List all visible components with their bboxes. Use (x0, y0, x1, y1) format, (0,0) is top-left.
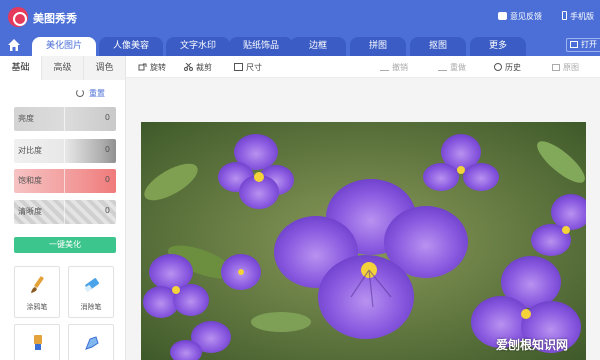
app-name: 美图秀秀 (33, 12, 77, 25)
sharpness-value: 0 (104, 206, 110, 215)
rotate-icon (138, 63, 147, 71)
phone-icon (562, 11, 567, 20)
site-watermark: 爱刨根知识网 (496, 338, 569, 352)
reset-label: 重置 (89, 89, 105, 98)
eraser-icon (84, 278, 100, 292)
chat-icon (498, 12, 507, 20)
slider-divider (64, 107, 65, 131)
rotate-label: 旋转 (150, 63, 166, 72)
image-canvas[interactable] (126, 78, 600, 360)
subtab-color[interactable]: 调色 (84, 56, 126, 80)
pen-tool[interactable] (68, 324, 114, 360)
sharpness-slider[interactable]: 清晰度 0 (14, 200, 116, 224)
panel-subtabs: 基础 高级 调色 (0, 56, 126, 80)
compare-icon (552, 64, 560, 71)
crop-button[interactable]: 裁剪 (184, 62, 212, 73)
tab-more[interactable]: 更多 (470, 37, 526, 56)
brightness-value: 0 (104, 113, 110, 122)
brush-icon (31, 276, 44, 293)
tab-border[interactable]: 边框 (290, 37, 346, 56)
subtab-advanced[interactable]: 高级 (42, 56, 84, 80)
tab-cutout[interactable]: 抠图 (410, 37, 466, 56)
subtab-basic[interactable]: 基础 (0, 56, 42, 80)
slider-divider (64, 139, 65, 163)
open-button[interactable]: 打开 (566, 38, 600, 52)
rotate-button[interactable]: 旋转 (138, 62, 166, 73)
paint-brush-icon (34, 335, 42, 350)
contrast-slider[interactable]: 对比度 0 (14, 139, 116, 163)
feedback-label: 意见反馈 (510, 12, 542, 21)
brush-tool[interactable] (14, 324, 60, 360)
tab-portrait[interactable]: 人像美容 (99, 37, 163, 56)
reset-button[interactable]: 重置 (76, 88, 105, 99)
tab-text-watermark[interactable]: 文字水印 (166, 37, 230, 56)
saturation-label: 饱和度 (18, 176, 42, 185)
doodle-pen-tool[interactable]: 涂鸦笔 (14, 266, 60, 318)
image-icon (570, 41, 578, 48)
tab-beautify[interactable]: 美化图片 (32, 37, 96, 56)
history-button[interactable]: 历史 (494, 62, 521, 73)
contrast-label: 对比度 (18, 146, 42, 155)
brightness-slider[interactable]: 亮度 0 (14, 107, 116, 131)
reset-icon (76, 89, 84, 97)
slider-divider (64, 169, 65, 193)
undo-icon (380, 66, 389, 71)
app-logo-icon (8, 7, 28, 27)
title-bar: 美图秀秀 意见反馈 手机版 (0, 0, 600, 34)
size-label: 尺寸 (246, 63, 262, 72)
sharpness-label: 清晰度 (18, 207, 42, 216)
pansy-photo-image (141, 122, 586, 360)
saturation-slider[interactable]: 饱和度 0 (14, 169, 116, 193)
redo-button[interactable]: 重做 (438, 62, 466, 73)
scissors-icon (184, 63, 193, 71)
original-label: 原图 (563, 63, 579, 72)
slider-divider (64, 200, 65, 224)
redo-icon (438, 66, 447, 71)
eraser-pen-tool[interactable]: 消除笔 (68, 266, 114, 318)
eraser-pen-label: 消除笔 (80, 303, 102, 311)
tab-collage[interactable]: 拼图 (350, 37, 406, 56)
edited-photo[interactable] (141, 122, 586, 360)
main-nav: 美化图片 人像美容 文字水印 贴纸饰品 边框 拼图 抠图 更多 打开 (0, 34, 600, 56)
pen-nib-icon (85, 336, 99, 350)
contrast-value: 0 (104, 145, 110, 154)
crop-label: 裁剪 (196, 63, 212, 72)
mobile-version-link[interactable]: 手机版 (562, 11, 594, 22)
open-label: 打开 (581, 40, 597, 49)
one-key-beautify-button[interactable]: 一键美化 (14, 237, 116, 253)
home-icon[interactable] (7, 38, 21, 52)
resize-icon (234, 63, 243, 71)
saturation-value: 0 (104, 175, 110, 184)
clock-icon (494, 63, 502, 71)
undo-button[interactable]: 撤销 (380, 62, 408, 73)
edit-toolbar: 旋转 裁剪 尺寸 撤销 重做 历史 原图 (126, 56, 600, 78)
undo-label: 撤销 (392, 63, 408, 72)
redo-label: 重做 (450, 63, 466, 72)
size-button[interactable]: 尺寸 (234, 62, 262, 73)
mobile-label: 手机版 (570, 12, 594, 21)
brightness-label: 亮度 (18, 114, 34, 123)
feedback-link[interactable]: 意见反馈 (498, 11, 542, 22)
history-label: 历史 (505, 63, 521, 72)
adjust-panel: 基础 高级 调色 重置 亮度 0 对比度 0 饱和度 0 清晰度 0 一键美化 … (0, 56, 126, 360)
tab-stickers[interactable]: 贴纸饰品 (229, 37, 293, 56)
original-button[interactable]: 原图 (552, 62, 579, 73)
doodle-pen-label: 涂鸦笔 (26, 303, 48, 311)
